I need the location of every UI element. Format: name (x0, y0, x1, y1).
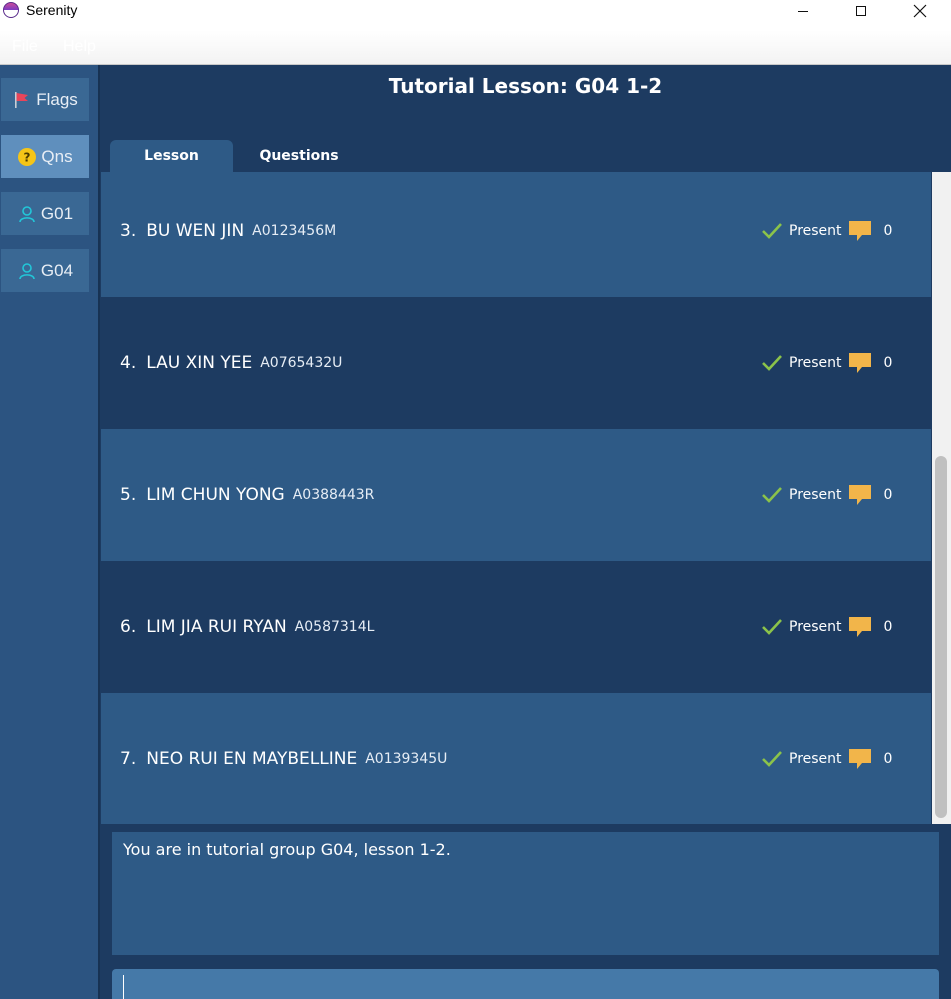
student-name: LIM JIA RUI RYAN (146, 617, 287, 637)
student-name: NEO RUI EN MAYBELLINE (146, 749, 358, 769)
student-id: A0765432U (260, 355, 343, 371)
sidebar-item-label: Flags (36, 89, 78, 109)
minimize-icon (798, 10, 808, 12)
sidebar-item-g04[interactable]: G04 (1, 249, 89, 292)
sidebar-item-label: G01 (40, 203, 74, 223)
student-index: 5. (120, 485, 137, 505)
check-icon (761, 618, 783, 636)
sidebar-item-g01[interactable]: G01 (1, 192, 89, 235)
attendance-status: Present (789, 223, 842, 239)
attendance-status: Present (789, 751, 842, 767)
scrollbar[interactable] (932, 172, 951, 824)
user-icon (19, 262, 35, 279)
maximize-button[interactable] (838, 0, 884, 22)
sidebar-item-label: Qns (41, 146, 73, 166)
table-row[interactable]: 5. LIM CHUN YONG A0388443R Present 0 (101, 429, 931, 561)
check-icon (761, 750, 783, 768)
table-row[interactable]: 3. BU WEN JIN A0123456M Present 0 (101, 172, 931, 297)
user-icon (19, 205, 35, 222)
check-icon (761, 222, 783, 240)
participation-count: 0 (883, 751, 893, 767)
close-button[interactable] (897, 0, 943, 22)
close-icon (913, 4, 927, 18)
svg-text:?: ? (24, 150, 31, 164)
tab-questions[interactable]: Questions (240, 140, 358, 172)
comment-icon[interactable] (848, 352, 872, 374)
participation-count: 0 (883, 355, 893, 371)
participation-count: 0 (883, 487, 893, 503)
maximize-icon (856, 6, 866, 16)
comment-icon[interactable] (848, 616, 872, 638)
sidebar-item-label: G04 (40, 260, 74, 280)
table-row[interactable]: 7. NEO RUI EN MAYBELLINE A0139345U Prese… (101, 693, 931, 824)
student-index: 4. (120, 353, 137, 373)
app-logo-icon (3, 2, 19, 18)
menu-file[interactable]: File (12, 38, 38, 56)
student-index: 3. (120, 221, 137, 241)
student-index: 7. (120, 749, 137, 769)
student-id: A0123456M (252, 223, 337, 239)
result-display: You are in tutorial group G04, lesson 1-… (112, 832, 939, 955)
student-index: 6. (120, 617, 137, 637)
sidebar-item-flags[interactable]: Flags (1, 78, 89, 121)
student-id: A0388443R (292, 487, 375, 503)
student-list[interactable]: 3. BU WEN JIN A0123456M Present 0 4. LAU… (101, 172, 931, 824)
comment-icon[interactable] (848, 220, 872, 242)
menu-bar: File Help (0, 30, 951, 65)
table-row[interactable]: 6. LIM JIA RUI RYAN A0587314L Present 0 (101, 561, 931, 693)
student-id: A0587314L (294, 619, 375, 635)
attendance-status: Present (789, 487, 842, 503)
menu-help[interactable]: Help (63, 38, 96, 56)
page-title: Tutorial Lesson: G04 1-2 (388, 74, 663, 98)
comment-icon[interactable] (848, 484, 872, 506)
title-bar: Serenity (0, 0, 951, 30)
student-name: BU WEN JIN (146, 221, 245, 241)
attendance-status: Present (789, 619, 842, 635)
student-name: LIM CHUN YONG (146, 485, 285, 505)
comment-icon[interactable] (848, 748, 872, 770)
sidebar-item-qns[interactable]: ? Qns (1, 135, 89, 178)
sidebar: Flags ? Qns G01 G04 (0, 65, 100, 999)
tab-lesson[interactable]: Lesson (110, 140, 233, 172)
participation-count: 0 (883, 223, 893, 239)
check-icon (761, 486, 783, 504)
question-icon: ? (18, 147, 37, 166)
student-id: A0139345U (365, 751, 448, 767)
window-title: Serenity (26, 2, 78, 18)
student-name: LAU XIN YEE (146, 353, 253, 373)
text-caret (123, 975, 124, 999)
table-row[interactable]: 4. LAU XIN YEE A0765432U Present 0 (101, 297, 931, 429)
participation-count: 0 (883, 619, 893, 635)
check-icon (761, 354, 783, 372)
attendance-status: Present (789, 355, 842, 371)
command-input[interactable] (112, 969, 939, 999)
scrollbar-thumb[interactable] (935, 456, 947, 818)
flag-icon (15, 91, 29, 108)
minimize-button[interactable] (780, 0, 826, 22)
